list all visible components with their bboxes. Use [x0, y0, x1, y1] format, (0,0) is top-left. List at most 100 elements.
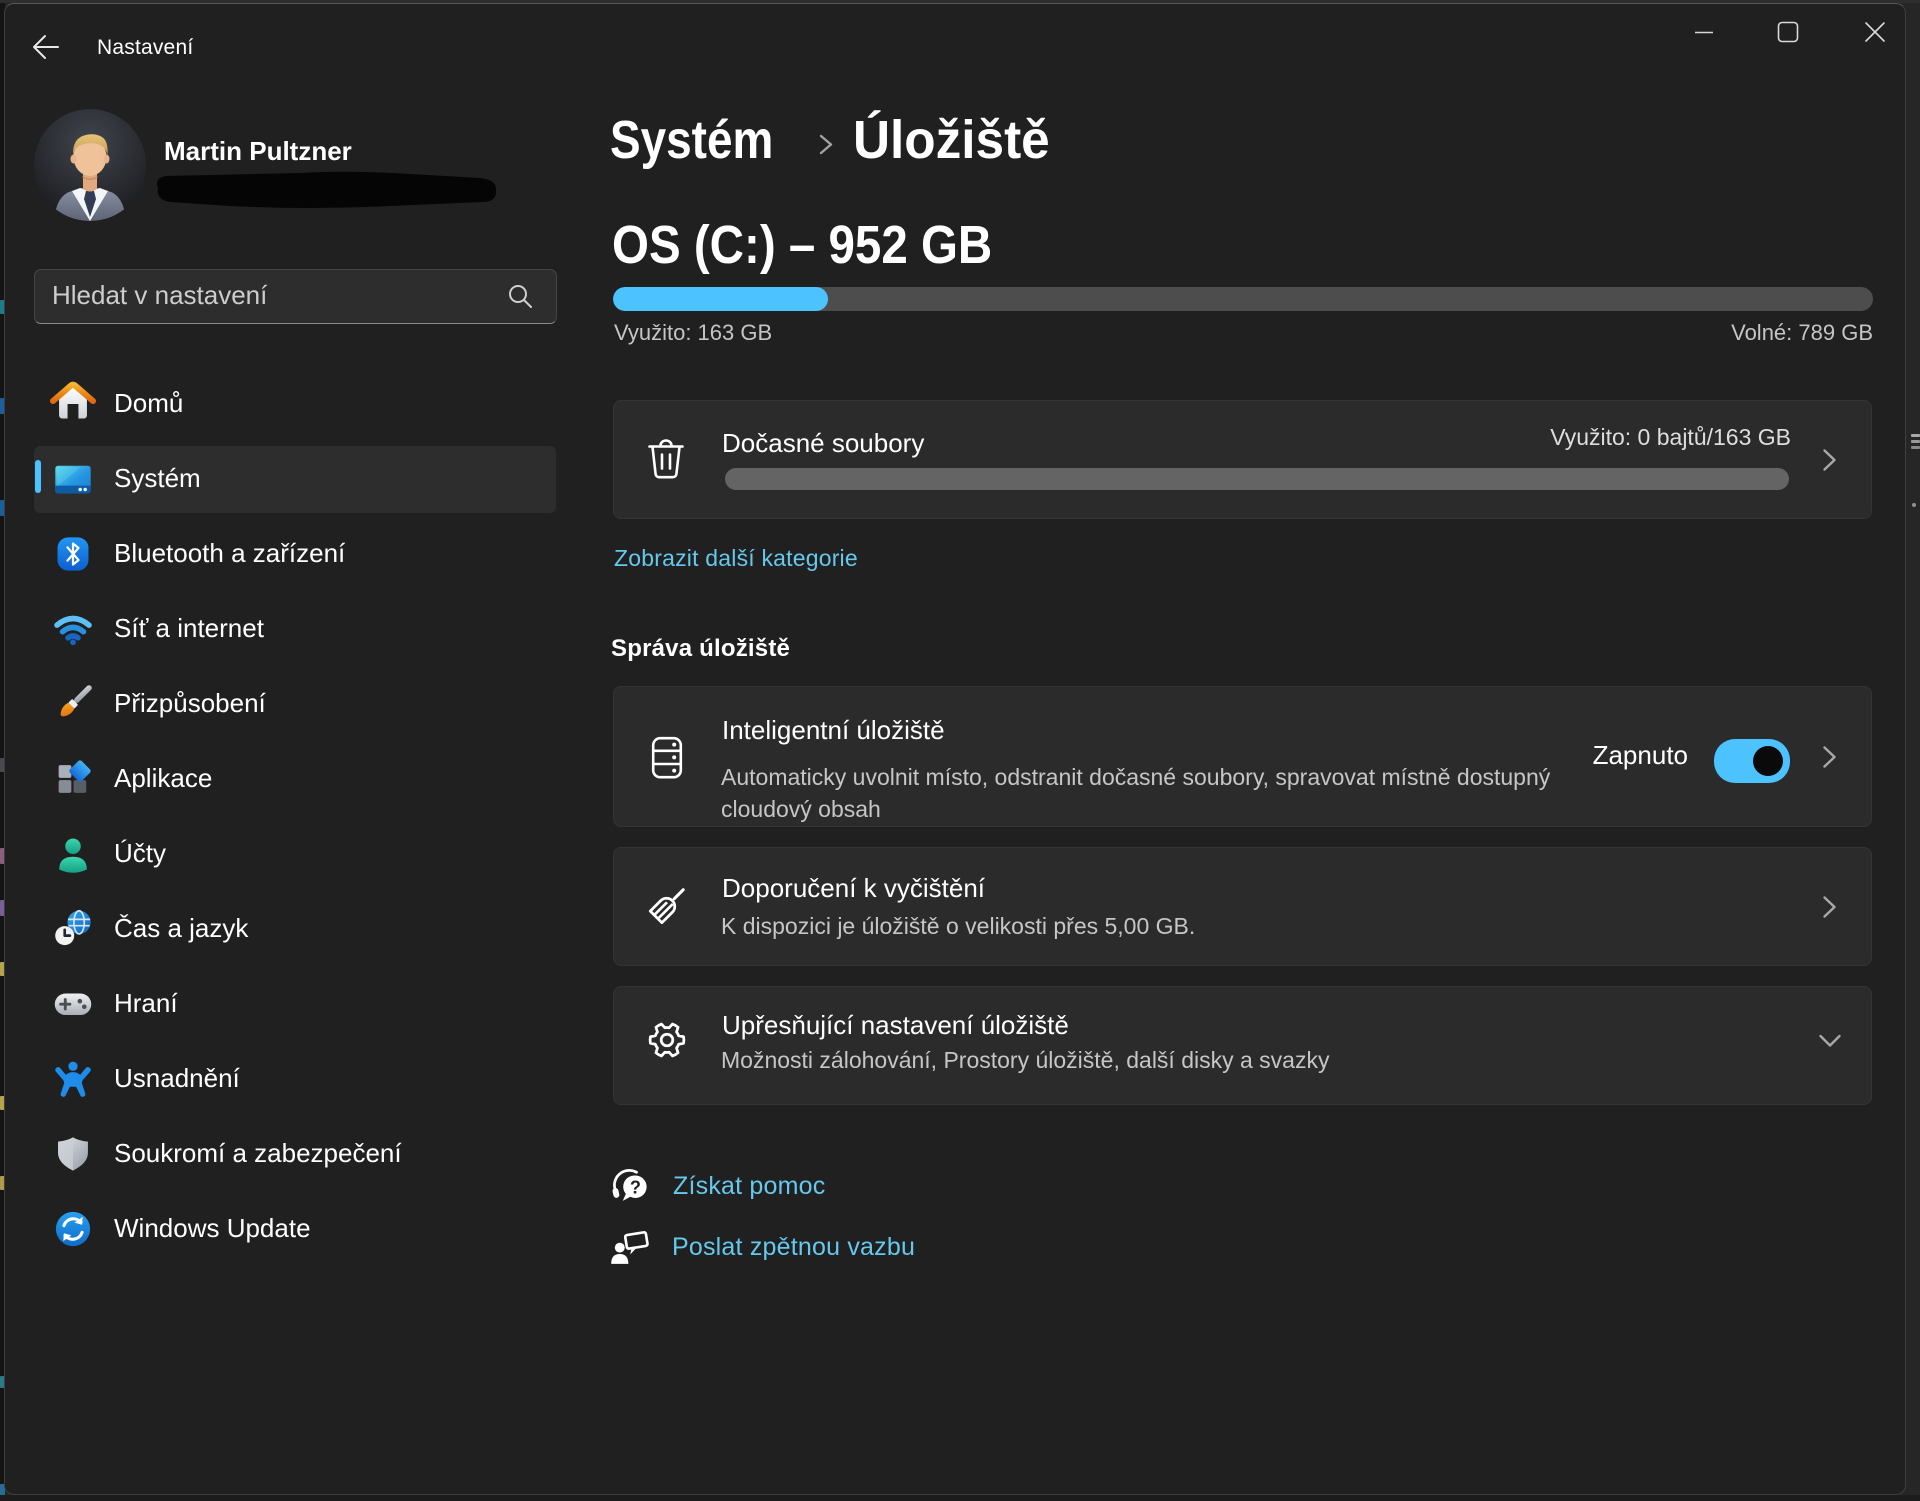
- background-dot: [1912, 503, 1916, 507]
- gaming-icon: [54, 993, 92, 1016]
- back-arrow-icon: [33, 35, 59, 59]
- network-icon: [54, 615, 92, 646]
- broom-icon: [648, 888, 685, 925]
- selected-item-accent-bar: [35, 460, 41, 493]
- drive-used-label: Využito: 163 GB: [614, 320, 773, 345]
- cleanup-recommendations-card[interactable]: Doporučení k vyčištění K dispozici je úl…: [613, 847, 1872, 966]
- system-icon: [55, 465, 91, 494]
- advanced-description: Možnosti zálohování, Prostory úložiště, …: [721, 1047, 1330, 1073]
- app-title: Nastavení: [97, 36, 194, 59]
- close-icon: [1865, 22, 1885, 42]
- get-help-link[interactable]: Získat pomoc: [673, 1172, 825, 1201]
- personalization-icon: [60, 685, 92, 717]
- smart-storage-description: Automaticky uvolnit místo, odstranit doč…: [721, 764, 1551, 822]
- sidebar-item-label: Čas a jazyk: [114, 913, 249, 943]
- get-help-icon: ?: [612, 1169, 647, 1201]
- sidebar-item-bluetooth[interactable]: Bluetooth a zařízení: [34, 517, 556, 592]
- sidebar-item-home[interactable]: Domů: [34, 367, 556, 442]
- sidebar-item-label: Windows Update: [114, 1213, 311, 1243]
- apps-icon: [58, 760, 91, 793]
- avatar-photo: [34, 109, 146, 221]
- background-dash: [1911, 446, 1920, 449]
- gear-icon: [648, 1022, 686, 1058]
- toggle-state-label: Zapnuto: [1592, 740, 1688, 770]
- sidebar-item-label: Síť a internet: [114, 613, 264, 643]
- time-language-icon: [55, 909, 91, 946]
- sidebar-item-label: Účty: [114, 838, 166, 868]
- temp-files-card[interactable]: Dočasné soubory Využito: 0 bajtů/163 GB: [613, 400, 1872, 519]
- advanced-storage-card[interactable]: Upřesňující nastavení úložiště Možnosti …: [613, 986, 1872, 1105]
- sidebar-item-label: Usnadnění: [114, 1063, 240, 1093]
- sidebar-item-label: Soukromí a zabezpečení: [114, 1138, 402, 1168]
- bluetooth-icon: [57, 537, 89, 571]
- drive-usage-bar: [613, 287, 1873, 311]
- maximize-button[interactable]: [1765, 10, 1811, 54]
- chevron-down-icon: [1819, 1034, 1841, 1047]
- chevron-right-icon: [1823, 746, 1836, 768]
- close-button[interactable]: [1852, 10, 1898, 54]
- sidebar-item-privacy[interactable]: Soukromí a zabezpečení: [34, 1117, 556, 1192]
- back-button[interactable]: [24, 25, 68, 69]
- sidebar-item-apps[interactable]: Aplikace: [34, 742, 556, 817]
- drive-title: OS (C:) – 952 GB: [612, 215, 993, 275]
- home-icon: [50, 381, 96, 419]
- smart-storage-toggle[interactable]: [1714, 739, 1790, 783]
- toggle-knob: [1753, 746, 1783, 776]
- accessibility-icon: [55, 1061, 91, 1097]
- settings-window: Nastavení Martin Pultzner Hledat v nasta…: [4, 3, 1906, 1495]
- drive-free-label: Volné: 789 GB: [1731, 320, 1873, 345]
- chevron-right-icon: [1823, 449, 1836, 471]
- accounts-icon: [59, 838, 87, 873]
- cleanup-title: Doporučení k vyčištění: [722, 873, 986, 903]
- sidebar-item-label: Aplikace: [114, 763, 213, 793]
- background-right-artifacts: [1909, 430, 1920, 520]
- sidebar-item-personalization[interactable]: Přizpůsobení: [34, 667, 556, 742]
- windows-update-icon: [55, 1211, 91, 1247]
- send-feedback-link[interactable]: Poslat zpětnou vazbu: [672, 1233, 915, 1262]
- sidebar-item-time-language[interactable]: Čas a jazyk: [34, 892, 556, 967]
- sidebar-item-label: Bluetooth a zařízení: [114, 538, 346, 568]
- show-more-categories-link[interactable]: Zobrazit další kategorie: [614, 545, 858, 572]
- sidebar-item-accounts[interactable]: Účty: [34, 817, 556, 892]
- background-dash: [1911, 434, 1920, 437]
- breadcrumb-current: Úložiště: [853, 110, 1050, 170]
- temp-files-bar: [725, 468, 1789, 490]
- temp-files-value: Využito: 0 bajtů/163 GB: [1550, 424, 1791, 450]
- redacted-email-scribble: [157, 171, 497, 208]
- cleanup-description: K dispozici je úložiště o velikosti přes…: [721, 913, 1196, 939]
- search-placeholder: Hledat v nastavení: [52, 280, 268, 310]
- selected-item-highlight: [34, 446, 556, 513]
- user-name: Martin Pultzner: [164, 136, 352, 166]
- sidebar-item-label: Systém: [114, 463, 201, 493]
- background-strip-bottom: [0, 1495, 1920, 1501]
- advanced-title: Upřesňující nastavení úložiště: [722, 1010, 1069, 1040]
- temp-files-title: Dočasné soubory: [722, 428, 925, 458]
- storage-sense-icon: [651, 736, 683, 779]
- sidebar-item-label: Domů: [114, 388, 184, 418]
- minimize-icon: [1695, 31, 1713, 34]
- chevron-right-icon: [1823, 896, 1836, 918]
- breadcrumb-parent[interactable]: Systém: [610, 109, 773, 171]
- desktop: { "window": { "app_title": "Nastavení", …: [0, 0, 1920, 1501]
- minimize-button[interactable]: [1681, 10, 1727, 54]
- search-icon[interactable]: [506, 282, 534, 310]
- breadcrumb-chevron-icon: [819, 134, 833, 155]
- privacy-icon: [58, 1137, 88, 1171]
- avatar[interactable]: [34, 109, 146, 221]
- sidebar-item-network[interactable]: Síť a internet: [34, 592, 556, 667]
- smart-storage-card[interactable]: Inteligentní úložiště Automaticky uvolni…: [613, 686, 1872, 827]
- svg-text:?: ?: [630, 1177, 641, 1197]
- background-dash: [1911, 440, 1920, 443]
- sidebar-item-gaming[interactable]: Hraní: [34, 967, 556, 1042]
- trash-icon: [648, 439, 684, 479]
- smart-storage-title: Inteligentní úložiště: [722, 715, 945, 745]
- section-header: Správa úložiště: [611, 635, 791, 662]
- feedback-icon: [611, 1231, 649, 1264]
- sidebar-item-accessibility[interactable]: Usnadnění: [34, 1042, 556, 1117]
- sidebar-item-system[interactable]: Systém: [34, 442, 556, 517]
- sidebar-item-label: Přizpůsobení: [114, 688, 266, 718]
- drive-usage-fill: [613, 287, 829, 311]
- maximize-icon: [1777, 21, 1799, 43]
- sidebar-item-windows-update[interactable]: Windows Update: [34, 1192, 556, 1267]
- sidebar-item-label: Hraní: [114, 988, 178, 1018]
